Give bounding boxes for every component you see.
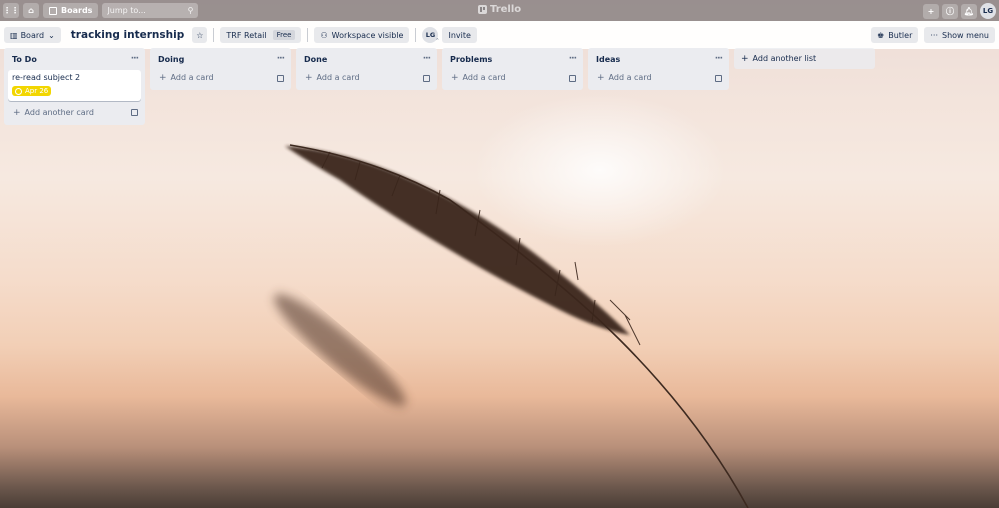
top-navigation-bar: ⋮⋮ ⌂ Boards Jump to... ⚲ Trello + ⓘ 🔔︎ L… (0, 0, 999, 21)
trello-logo[interactable]: Trello (478, 4, 521, 15)
add-card-button[interactable]: + Add a card (446, 70, 579, 86)
add-card-label: Add a card (608, 73, 652, 82)
plus-icon: + (741, 53, 749, 64)
workspace-button[interactable]: TRF Retail Free (220, 27, 302, 43)
list-header[interactable]: Done ··· (300, 48, 433, 70)
board-member-avatar[interactable]: LG ⌃ (422, 27, 440, 44)
view-switcher-button[interactable]: ▥ Board ⌄ (4, 27, 61, 43)
visibility-button[interactable]: ⚇ Workspace visible (314, 27, 410, 43)
search-placeholder: Jump to... (107, 6, 146, 15)
bell-icon: 🔔︎ (963, 6, 975, 16)
home-button[interactable]: ⌂ (23, 3, 39, 18)
list-header[interactable]: Problems ··· (446, 48, 579, 70)
list-title[interactable]: Done (304, 55, 327, 64)
divider (307, 28, 309, 42)
admin-chevron-icon: ⌃ (435, 38, 440, 44)
list-menu-icon[interactable]: ··· (131, 54, 139, 64)
card-template-icon[interactable] (715, 74, 722, 82)
invite-button[interactable]: Invite (442, 27, 477, 43)
add-card-button[interactable]: + Add a card (592, 70, 725, 86)
plan-badge: Free (272, 30, 296, 40)
board-lists: To Do ··· re-read subject 2 Apr 26 + Add … (4, 48, 875, 125)
grid-icon: ⋮⋮ (3, 6, 19, 15)
butler-button[interactable]: ♚ Butler (871, 27, 919, 43)
boards-label: Boards (61, 6, 93, 15)
list-menu-icon[interactable]: ··· (715, 54, 723, 64)
plus-icon: + (305, 73, 313, 83)
people-icon: ⚇ (320, 30, 328, 40)
add-card-button[interactable]: + Add a card (154, 70, 287, 86)
list-menu-icon[interactable]: ··· (277, 54, 285, 64)
show-menu-label: Show menu (942, 30, 989, 40)
list-ideas: Ideas ··· + Add a card (588, 48, 729, 90)
list-menu-icon[interactable]: ··· (569, 54, 577, 64)
card-template-icon[interactable] (131, 109, 138, 116)
card-title: re-read subject 2 (12, 73, 81, 82)
list-header[interactable]: To Do ··· (8, 48, 141, 70)
star-icon: ☆ (196, 30, 204, 40)
list-doing: Doing ··· + Add a card (150, 48, 291, 90)
show-menu-button[interactable]: ··· Show menu (924, 27, 995, 43)
list-header[interactable]: Ideas ··· (592, 48, 725, 70)
trello-logo-text: Trello (490, 4, 522, 15)
list-header[interactable]: Doing ··· (154, 48, 287, 70)
plus-icon: + (159, 73, 167, 83)
add-card-button[interactable]: + Add a card (300, 70, 433, 86)
home-icon: ⌂ (28, 6, 34, 15)
plus-icon: + (927, 6, 935, 16)
add-card-button[interactable]: + Add another card (8, 105, 141, 121)
list-title[interactable]: Problems (450, 55, 492, 64)
notifications-button[interactable]: 🔔︎ (961, 3, 977, 19)
due-date-label: Apr 26 (25, 87, 49, 95)
apps-menu-button[interactable]: ⋮⋮ (3, 3, 19, 18)
board-header: ▥ Board ⌄ tracking internship ☆ TRF Reta… (0, 21, 999, 49)
workspace-label: TRF Retail (226, 30, 267, 40)
plus-icon: + (13, 107, 21, 118)
list-title[interactable]: Ideas (596, 55, 620, 64)
create-button[interactable]: + (923, 3, 939, 19)
user-avatar[interactable]: LG (980, 3, 996, 19)
add-card-label: Add a card (316, 73, 360, 82)
list-title[interactable]: Doing (158, 55, 184, 64)
search-icon: ⚲ (187, 6, 194, 15)
invite-label: Invite (448, 30, 471, 40)
chevron-down-icon: ⌄ (48, 30, 55, 40)
card-template-icon[interactable] (423, 74, 430, 82)
boards-icon (49, 6, 57, 15)
member-initials: LG (425, 31, 436, 39)
list-to-do: To Do ··· re-read subject 2 Apr 26 + Add … (4, 48, 145, 125)
view-label: Board (20, 30, 45, 40)
list-title[interactable]: To Do (12, 55, 37, 64)
add-card-label: Add another card (24, 107, 94, 117)
plus-icon: + (451, 73, 459, 83)
butler-label: Butler (888, 30, 913, 40)
list-menu-icon[interactable]: ··· (423, 54, 431, 64)
list-problems: Problems ··· + Add a card (442, 48, 583, 90)
due-date-badge[interactable]: Apr 26 (12, 86, 52, 96)
info-button[interactable]: ⓘ (942, 3, 958, 19)
add-list-label: Add another list (752, 54, 817, 63)
card[interactable]: re-read subject 2 Apr 26 (8, 70, 141, 101)
clock-icon (15, 87, 22, 95)
more-icon: ··· (930, 30, 939, 40)
board-view-icon: ▥ (10, 30, 18, 40)
info-icon: ⓘ (946, 6, 954, 16)
star-button[interactable]: ☆ (192, 27, 208, 43)
trello-logo-icon (478, 5, 487, 14)
board-title[interactable]: tracking internship (71, 29, 184, 41)
plus-icon: + (597, 73, 605, 83)
add-card-label: Add a card (462, 73, 506, 82)
card-template-icon[interactable] (569, 74, 576, 82)
divider (415, 28, 417, 42)
card-template-icon[interactable] (277, 74, 284, 82)
divider (213, 28, 215, 42)
list-done: Done ··· + Add a card (296, 48, 437, 90)
add-list-button[interactable]: + Add another list (734, 48, 875, 69)
add-card-label: Add a card (170, 73, 214, 82)
visibility-label: Workspace visible (331, 30, 404, 40)
search-input[interactable]: Jump to... ⚲ (102, 3, 199, 18)
boards-button[interactable]: Boards (43, 3, 99, 18)
butler-icon: ♚ (877, 30, 885, 40)
